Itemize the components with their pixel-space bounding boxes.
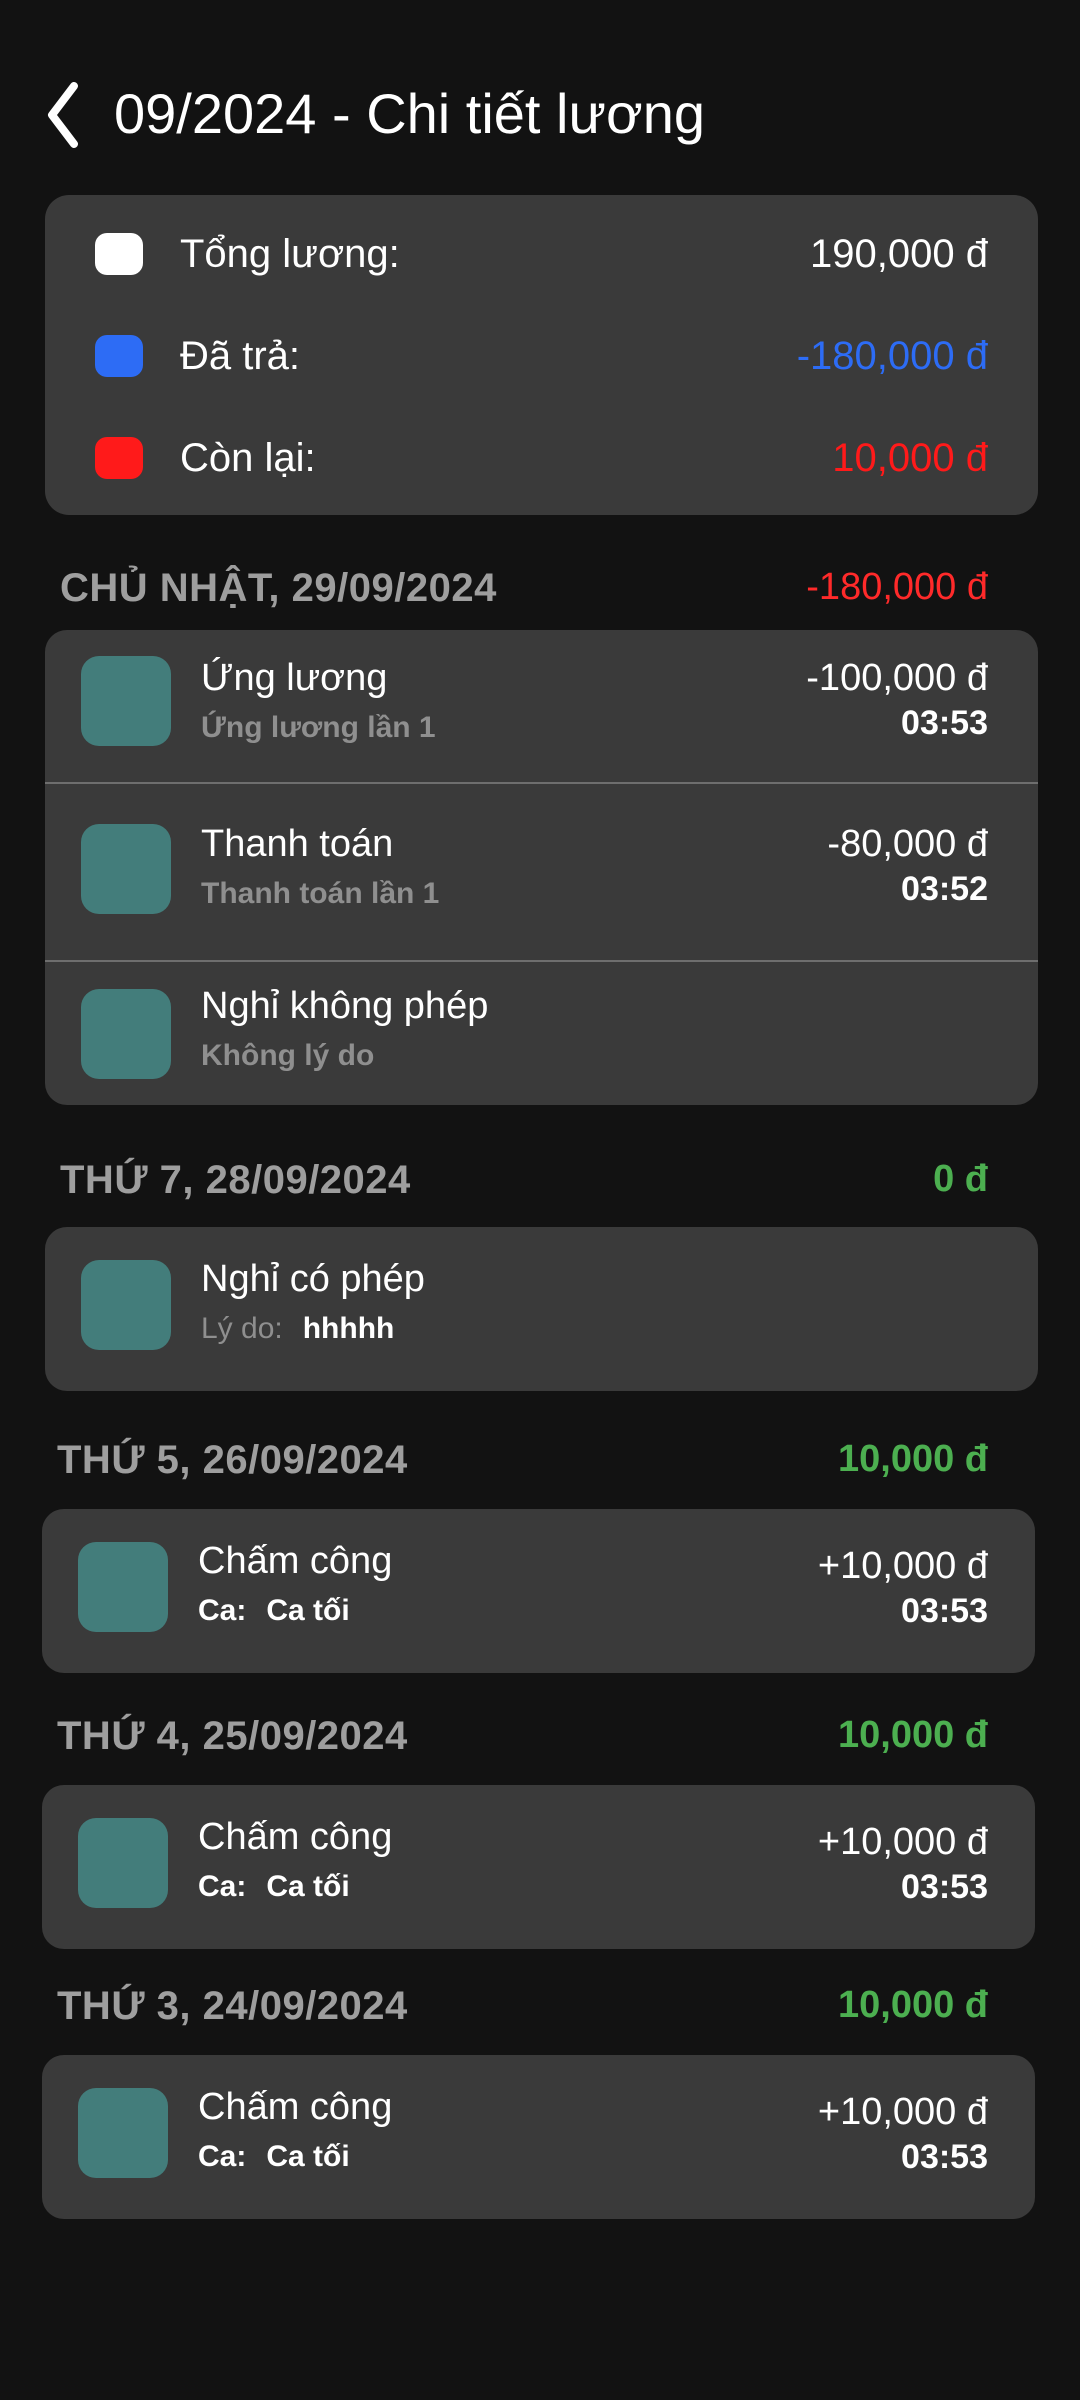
day-header: THỨ 4, 25/09/2024 10,000 đ — [0, 1708, 1080, 1768]
day-header: THỨ 3, 24/09/2024 10,000 đ — [0, 1978, 1080, 2038]
shift-key: Ca: — [198, 1870, 247, 1903]
item-time: 03:53 — [901, 1592, 988, 1630]
item-title: Chấm công — [198, 1540, 393, 1582]
day-total: 10,000 đ — [838, 1438, 988, 1480]
item-title: Thanh toán — [201, 823, 394, 865]
item-subtitle: Thanh toán lần 1 — [201, 877, 440, 910]
item-subtitle: Ca: Ca tối — [198, 1591, 350, 1631]
item-time: 03:53 — [901, 2138, 988, 2176]
item-subtitle: Ca: Ca tối — [198, 2137, 350, 2177]
item-title: Chấm công — [198, 1816, 393, 1858]
item-subtitle: Ứng lương lần 1 — [201, 711, 436, 744]
list-item[interactable]: Nghỉ không phép Không lý do — [45, 962, 1038, 1105]
shift-key: Ca: — [198, 1594, 247, 1627]
item-time: 03:53 — [901, 1868, 988, 1906]
summary-paid-label: Đã trả: — [180, 334, 301, 378]
item-thumbnail — [78, 1542, 168, 1632]
salary-detail-screen: 09/2024 - Chi tiết lương Tổng lương: 190… — [0, 0, 1080, 2400]
item-title: Nghỉ có phép — [201, 1258, 425, 1300]
list-item[interactable]: Chấm công Ca: Ca tối +10,000 đ 03:53 — [42, 1785, 1035, 1949]
list-item[interactable]: Chấm công Ca: Ca tối +10,000 đ 03:53 — [42, 2055, 1035, 2219]
day-date: THỨ 4, 25/09/2024 — [57, 1714, 408, 1758]
item-amount: +10,000 đ — [817, 1821, 988, 1863]
day-total: 10,000 đ — [838, 1984, 988, 2026]
list-item[interactable]: Thanh toán Thanh toán lần 1 -80,000 đ 03… — [45, 784, 1038, 960]
item-thumbnail — [81, 989, 171, 1079]
day-date: THỨ 7, 28/09/2024 — [60, 1158, 411, 1202]
item-thumbnail — [81, 656, 171, 746]
day-date: THỨ 5, 26/09/2024 — [57, 1438, 408, 1482]
item-amount: +10,000 đ — [817, 1545, 988, 1587]
summary-remaining-value: 10,000 đ — [832, 436, 988, 480]
shift-key: Ca: — [198, 2140, 247, 2173]
item-thumbnail — [78, 1818, 168, 1908]
item-title: Nghỉ không phép — [201, 985, 489, 1027]
list-item[interactable]: Chấm công Ca: Ca tối +10,000 đ 03:53 — [42, 1509, 1035, 1673]
day-card: Chấm công Ca: Ca tối +10,000 đ 03:53 — [42, 1509, 1035, 1673]
list-item[interactable]: Ứng lương Ứng lương lần 1 -100,000 đ 03:… — [45, 630, 1038, 782]
shift-value: Ca tối — [266, 1870, 350, 1903]
item-thumbnail — [81, 1260, 171, 1350]
item-amount: +10,000 đ — [817, 2091, 988, 2133]
item-amount: -80,000 đ — [827, 823, 988, 865]
reason-value: hhhhh — [302, 1312, 395, 1345]
day-date: THỨ 3, 24/09/2024 — [57, 1984, 408, 2028]
day-card: Ứng lương Ứng lương lần 1 -100,000 đ 03:… — [45, 630, 1038, 1105]
chevron-left-icon[interactable] — [44, 80, 84, 150]
item-amount: -100,000 đ — [806, 657, 988, 699]
item-subtitle: Ca: Ca tối — [198, 1867, 350, 1907]
summary-remaining-label: Còn lại: — [180, 436, 316, 480]
shift-value: Ca tối — [266, 2140, 350, 2173]
shift-value: Ca tối — [266, 1594, 350, 1627]
item-time: 03:53 — [901, 704, 988, 742]
list-item[interactable]: Nghỉ có phép Lý do: hhhhh — [45, 1227, 1038, 1391]
total-legend-swatch — [95, 233, 143, 275]
day-total: -180,000 đ — [806, 566, 988, 608]
paid-legend-swatch — [95, 335, 143, 377]
summary-total-label: Tổng lương: — [180, 232, 400, 276]
reason-key: Lý do: — [201, 1312, 283, 1345]
day-header: CHỦ NHẬT, 29/09/2024 -180,000 đ — [0, 560, 1080, 620]
day-card: Nghỉ có phép Lý do: hhhhh — [45, 1227, 1038, 1391]
item-subtitle: Lý do: hhhhh — [201, 1309, 394, 1349]
day-header: THỨ 7, 28/09/2024 0 đ — [0, 1152, 1080, 1212]
item-title: Ứng lương — [201, 657, 388, 699]
day-total: 0 đ — [933, 1158, 988, 1200]
header: 09/2024 - Chi tiết lương — [0, 60, 1080, 160]
summary-total-value: 190,000 đ — [810, 232, 988, 276]
day-card: Chấm công Ca: Ca tối +10,000 đ 03:53 — [42, 1785, 1035, 1949]
day-header: THỨ 5, 26/09/2024 10,000 đ — [0, 1432, 1080, 1492]
summary-paid-value: -180,000 đ — [796, 334, 988, 378]
day-total: 10,000 đ — [838, 1714, 988, 1756]
summary-paid-row: Đã trả: -180,000 đ — [45, 317, 1038, 397]
item-thumbnail — [81, 824, 171, 914]
item-subtitle: Không lý do — [201, 1039, 375, 1072]
item-thumbnail — [78, 2088, 168, 2178]
item-title: Chấm công — [198, 2086, 393, 2128]
summary-total-row: Tổng lương: 190,000 đ — [45, 215, 1038, 295]
salary-summary-card: Tổng lương: 190,000 đ Đã trả: -180,000 đ… — [45, 195, 1038, 515]
day-card: Chấm công Ca: Ca tối +10,000 đ 03:53 — [42, 2055, 1035, 2219]
summary-remaining-row: Còn lại: 10,000 đ — [45, 419, 1038, 499]
remaining-legend-swatch — [95, 437, 143, 479]
day-date: CHỦ NHẬT, 29/09/2024 — [60, 566, 497, 610]
item-time: 03:52 — [901, 870, 988, 908]
page-title: 09/2024 - Chi tiết lương — [114, 82, 705, 145]
